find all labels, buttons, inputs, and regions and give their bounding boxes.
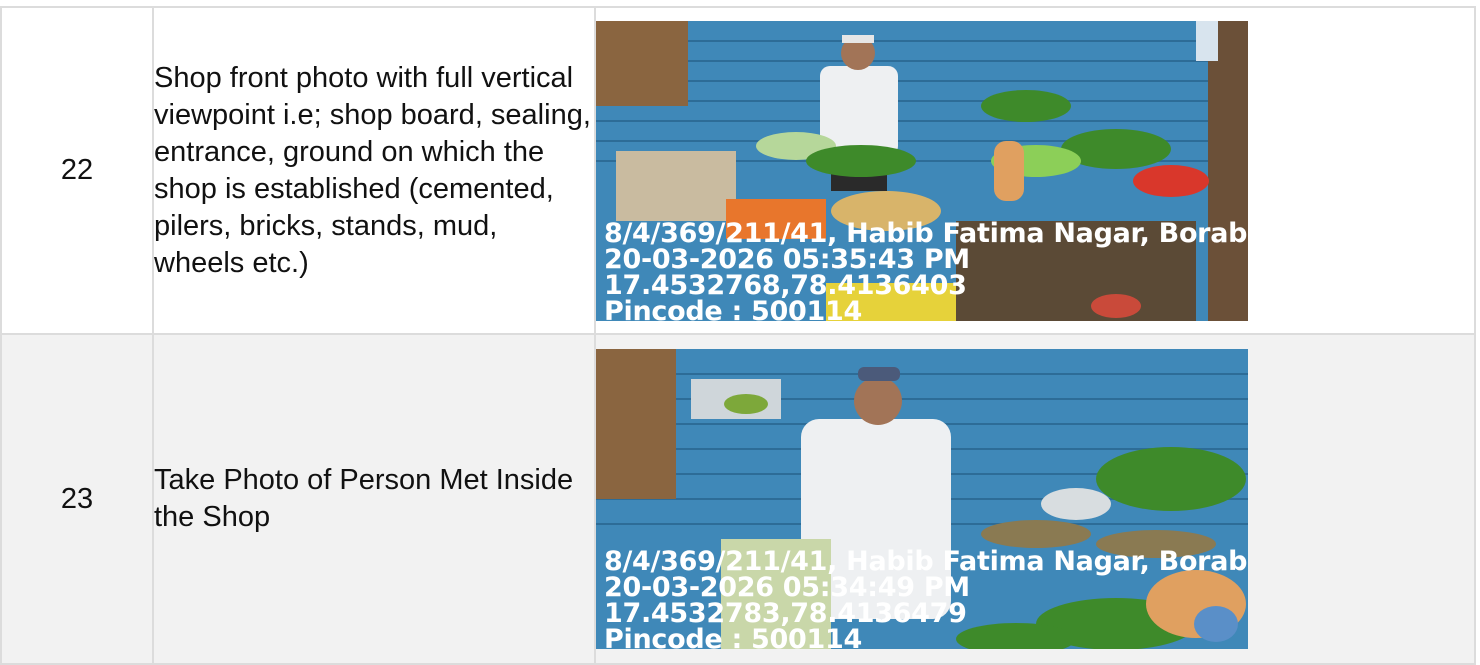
stamp-coordinates: 17.4532768,78.4136403 (604, 269, 967, 301)
row-number: 23 (0, 333, 154, 665)
stamp-address: 8/4/369/211/41, Habib Fatima Nagar, Bora… (604, 217, 1248, 249)
stamp-pincode: Pincode : 500114 (604, 624, 862, 649)
stamp-pincode: Pincode : 500114 (604, 295, 862, 321)
stamp-datetime: 20-03-2026 05:35:43 PM (604, 243, 970, 275)
row-description: Shop front photo with full vertical view… (152, 6, 596, 335)
verification-table: 22 Shop front photo with full vertical v… (0, 6, 1476, 665)
table-row: 22 Shop front photo with full vertical v… (0, 6, 1476, 335)
row-description: Take Photo of Person Met Inside the Shop (152, 333, 596, 665)
geo-stamp: 8/4/369/211/41, Habib Fatima Nagar, Bora… (604, 548, 1248, 649)
geo-stamp: 8/4/369/211/41, Habib Fatima Nagar, Bora… (604, 217, 1248, 321)
photo-cell: 8/4/369/211/41, Habib Fatima Nagar, Bora… (594, 333, 1476, 665)
person-met-photo[interactable]: 8/4/369/211/41, Habib Fatima Nagar, Bora… (596, 349, 1248, 649)
row-number: 22 (0, 6, 154, 335)
shop-front-photo[interactable]: 8/4/369/211/41, Habib Fatima Nagar, Bora… (596, 20, 1248, 321)
photo-cell: 8/4/369/211/41, Habib Fatima Nagar, Bora… (594, 6, 1476, 335)
table-row: 23 Take Photo of Person Met Inside the S… (0, 333, 1476, 665)
